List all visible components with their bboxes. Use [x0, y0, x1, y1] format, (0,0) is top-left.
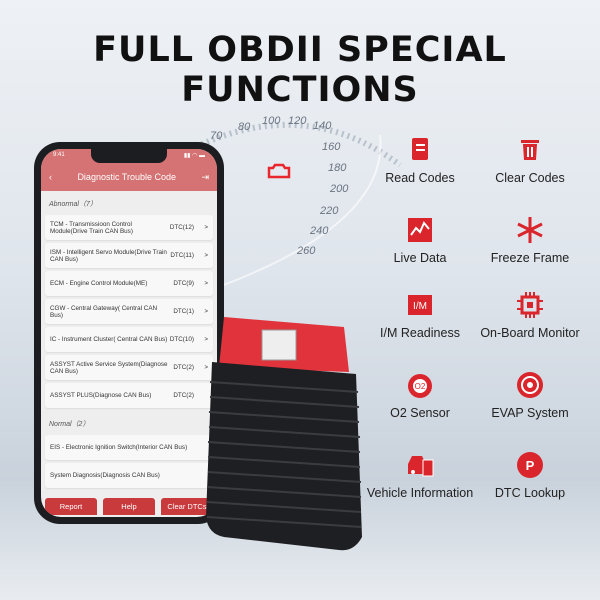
- evap-icon: [517, 372, 543, 398]
- dtc-count: DTC(11): [170, 252, 194, 259]
- feature-dtc-lookup: P DTC Lookup: [475, 450, 585, 500]
- feature-read-codes: Read Codes: [365, 135, 475, 185]
- module-name: ASSYST PLUS(Diagnose CAN Bus): [50, 392, 152, 399]
- dtc-list-item[interactable]: ISM - Intelligent Servo Module(Drive Tra…: [45, 243, 213, 268]
- normal-list-item[interactable]: EIS - Electronic Ignition Switch(Interio…: [45, 435, 213, 460]
- exit-icon[interactable]: ⇥: [201, 172, 209, 183]
- feature-i-m-readiness: I/M I/M Readiness: [365, 290, 475, 340]
- module-name: CGW - Central Gateway( Central CAN Bus): [50, 304, 158, 319]
- module-name: ISM - Intelligent Servo Module(Drive Tra…: [50, 248, 167, 263]
- dtc-list-item[interactable]: TCM - Transmissioon Control Module(Drive…: [45, 215, 213, 240]
- obd-adapter: [204, 312, 366, 556]
- feature-label: EVAP System: [491, 406, 569, 420]
- gauge-tick: 100: [262, 115, 281, 127]
- feature-label: Live Data: [393, 251, 447, 265]
- status-time: 9:41: [53, 152, 65, 158]
- normal-list-item[interactable]: System Diagnosis(Diagnosis CAN Bus): [45, 463, 213, 488]
- report-button[interactable]: Report: [45, 498, 97, 515]
- chip-icon: [517, 292, 543, 318]
- module-name: System Diagnosis(Diagnosis CAN Bus): [50, 472, 160, 479]
- chevron-right-icon: >: [204, 224, 208, 231]
- o2-icon: O2: [408, 374, 432, 398]
- trash-icon: [521, 140, 539, 160]
- normal-header: Normal（2）: [49, 421, 90, 428]
- feature-label: On-Board Monitor: [480, 326, 580, 340]
- dtc-count: DTC(1): [173, 308, 194, 315]
- chevron-right-icon: >: [204, 252, 208, 259]
- gauge-tick: 140: [313, 120, 332, 132]
- module-name: ASSYST Active Service System(Diagnose CA…: [50, 360, 168, 375]
- dtc-list-item[interactable]: ASSYST PLUS(Diagnose CAN Bus) DTC(2): [45, 383, 213, 408]
- feature-label: I/M Readiness: [380, 326, 460, 340]
- dtc-list-item[interactable]: CGW - Central Gateway( Central CAN Bus) D…: [45, 299, 213, 324]
- module-name: ECM - Engine Control Module(ME): [50, 280, 148, 287]
- vehicle-info-icon: [408, 456, 434, 477]
- svg-text:P: P: [526, 458, 535, 473]
- dtc-list-item[interactable]: ECM - Engine Control Module(ME) DTC(9) >: [45, 271, 213, 296]
- dtc-count: DTC(10): [169, 336, 194, 343]
- dtc-count: DTC(2): [173, 364, 194, 371]
- dtc-list-item[interactable]: ASSYST Active Service System(Diagnose CA…: [45, 355, 213, 380]
- help-button[interactable]: Help: [103, 498, 155, 515]
- feature-vehicle-information: Vehicle Information: [365, 450, 475, 500]
- svg-text:O2: O2: [415, 382, 426, 391]
- feature-evap-system: EVAP System: [475, 370, 585, 420]
- feature-live-data: Live Data: [365, 215, 475, 265]
- module-name: EIS - Electronic Ignition Switch(Interio…: [50, 444, 188, 451]
- feature-o2-sensor: O2 O2 Sensor: [365, 370, 475, 420]
- gauge-tick: 180: [328, 162, 347, 174]
- gauge-tick: 240: [310, 225, 329, 237]
- im-icon: I/M: [408, 295, 432, 315]
- gauge-tick: 80: [238, 121, 251, 133]
- feature-label: Read Codes: [385, 171, 455, 185]
- svg-text:I/M: I/M: [413, 301, 427, 312]
- gauge-tick: 120: [288, 115, 307, 127]
- dtc-count: DTC(2): [173, 392, 194, 399]
- gauge-tick: 260: [297, 245, 316, 257]
- phone: 9:41 ▮▮ ◠ ▬ ‹ Diagnostic Trouble Code ⇥ Abn…: [34, 142, 224, 524]
- feature-label: DTC Lookup: [494, 486, 566, 500]
- gauge-tick: 70: [210, 130, 223, 142]
- gauge-tick: 160: [322, 141, 341, 153]
- read-codes-icon: [412, 138, 428, 160]
- module-name: IC - Instrument Cluster( Central CAN Bus…: [50, 336, 168, 343]
- feature-label: O2 Sensor: [390, 406, 450, 420]
- gauge-tick: 220: [320, 205, 339, 217]
- engine-warning-icon: [267, 163, 291, 179]
- dtc-list-item[interactable]: IC - Instrument Cluster( Central CAN Bus…: [45, 327, 213, 352]
- module-name: TCM - Transmissioon Control Module(Drive…: [50, 220, 133, 235]
- screen-title: Diagnostic Trouble Code: [77, 172, 176, 182]
- feature-freeze-frame: Freeze Frame: [475, 215, 585, 265]
- phone-notch: [91, 149, 167, 163]
- dtc-count: DTC(9): [173, 280, 194, 287]
- live-data-icon: [408, 218, 432, 242]
- snowflake-icon: [517, 217, 543, 243]
- back-icon[interactable]: ‹: [49, 172, 52, 182]
- dtc-count: DTC(12): [169, 224, 194, 231]
- chevron-right-icon: >: [204, 280, 208, 287]
- feature-label: Clear Codes: [495, 171, 565, 185]
- gauge-tick: 200: [330, 183, 349, 195]
- dtc-lookup-icon: P: [517, 452, 543, 478]
- status-icons: ▮▮ ◠ ▬: [183, 153, 205, 159]
- feature-label: Freeze Frame: [490, 251, 570, 265]
- feature-on-board-monitor: On-Board Monitor: [475, 290, 585, 340]
- feature-label: Vehicle Information: [366, 486, 474, 500]
- feature-clear-codes: Clear Codes: [475, 135, 585, 185]
- abnormal-header: Abnormal（7）: [49, 201, 97, 208]
